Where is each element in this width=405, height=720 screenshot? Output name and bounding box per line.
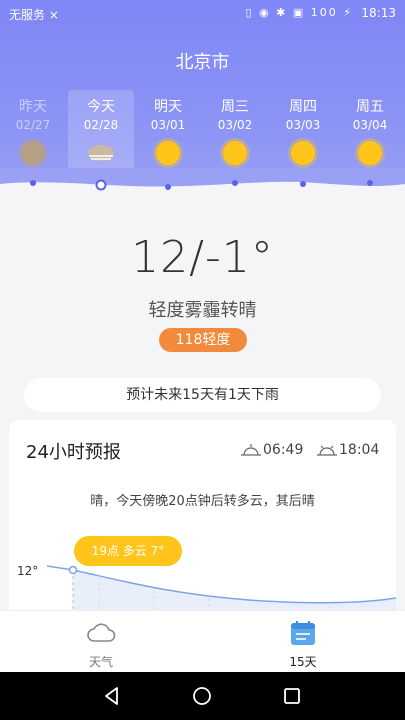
day-date: 03/01 bbox=[150, 118, 186, 132]
sunset-icon bbox=[317, 445, 337, 456]
status-bar: 无服务 × ▯ ◉ ✱ ▣ 100 ⚡ 18:13 bbox=[0, 0, 405, 28]
city-title[interactable]: 北京市 bbox=[0, 48, 405, 74]
tab-weather[interactable]: 天气 bbox=[0, 611, 202, 673]
sunrise-time: 06:49 bbox=[263, 442, 304, 458]
day-date: 03/03 bbox=[285, 118, 321, 132]
day-name: 周三 bbox=[221, 99, 249, 115]
clock: 18:13 bbox=[361, 6, 396, 20]
cloud-icon bbox=[87, 623, 116, 642]
sun-icon bbox=[290, 140, 316, 166]
calendar-icon bbox=[291, 621, 315, 645]
sun-icon bbox=[155, 140, 181, 166]
recents-icon[interactable] bbox=[280, 684, 304, 708]
day-name: 昨天 bbox=[19, 99, 47, 115]
forecast-summary: 晴，今天傍晚20点钟后转多云，其后晴 bbox=[90, 494, 315, 509]
day-name: 明天 bbox=[154, 99, 182, 115]
sunset: 18:04 bbox=[317, 442, 379, 458]
haze-cloud-icon bbox=[88, 140, 114, 166]
carrier-status: 无服务 × bbox=[9, 8, 59, 22]
back-icon[interactable] bbox=[100, 684, 124, 708]
day-name: 周四 bbox=[289, 99, 317, 115]
sunset-time: 18:04 bbox=[339, 442, 380, 458]
current-condition: 轻度雾霾转晴 bbox=[148, 300, 257, 321]
card-title: 24小时预报 bbox=[26, 442, 121, 463]
forecast-24h-card: 24小时预报 06:49 18:04 晴，今天傍晚20点钟后转多云，其后晴 19… bbox=[9, 420, 396, 620]
rain-forecast-note[interactable]: 预计未来15天有1天下雨 bbox=[24, 378, 381, 412]
aqi-badge[interactable]: 118轻度 bbox=[159, 328, 247, 352]
day-timeline-wave bbox=[0, 168, 405, 218]
home-icon[interactable] bbox=[190, 684, 214, 708]
bottom-tab-bar: 天气 15天 bbox=[0, 610, 405, 672]
day-date: 03/04 bbox=[352, 118, 388, 132]
current-temperature: 12/-1° bbox=[131, 232, 274, 283]
day-name: 今天 bbox=[87, 99, 115, 115]
system-nav-bar bbox=[0, 672, 405, 720]
tab-label: 15天 bbox=[289, 655, 317, 669]
status-icons: ▯ ◉ ✱ ▣ 100 ⚡ bbox=[245, 6, 353, 19]
day-name: 周五 bbox=[356, 99, 384, 115]
sunrise-icon bbox=[241, 444, 261, 456]
sun-icon bbox=[222, 140, 248, 166]
tab-label: 天气 bbox=[88, 655, 113, 669]
sun-icon bbox=[357, 140, 383, 166]
tab-15-days[interactable]: 15天 bbox=[202, 611, 404, 673]
day-date: 03/02 bbox=[217, 118, 253, 132]
day-date: 02/28 bbox=[83, 118, 119, 132]
day-date: 02/27 bbox=[15, 118, 51, 132]
sunrise: 06:49 bbox=[241, 442, 303, 458]
haze-sun-icon bbox=[20, 140, 46, 166]
